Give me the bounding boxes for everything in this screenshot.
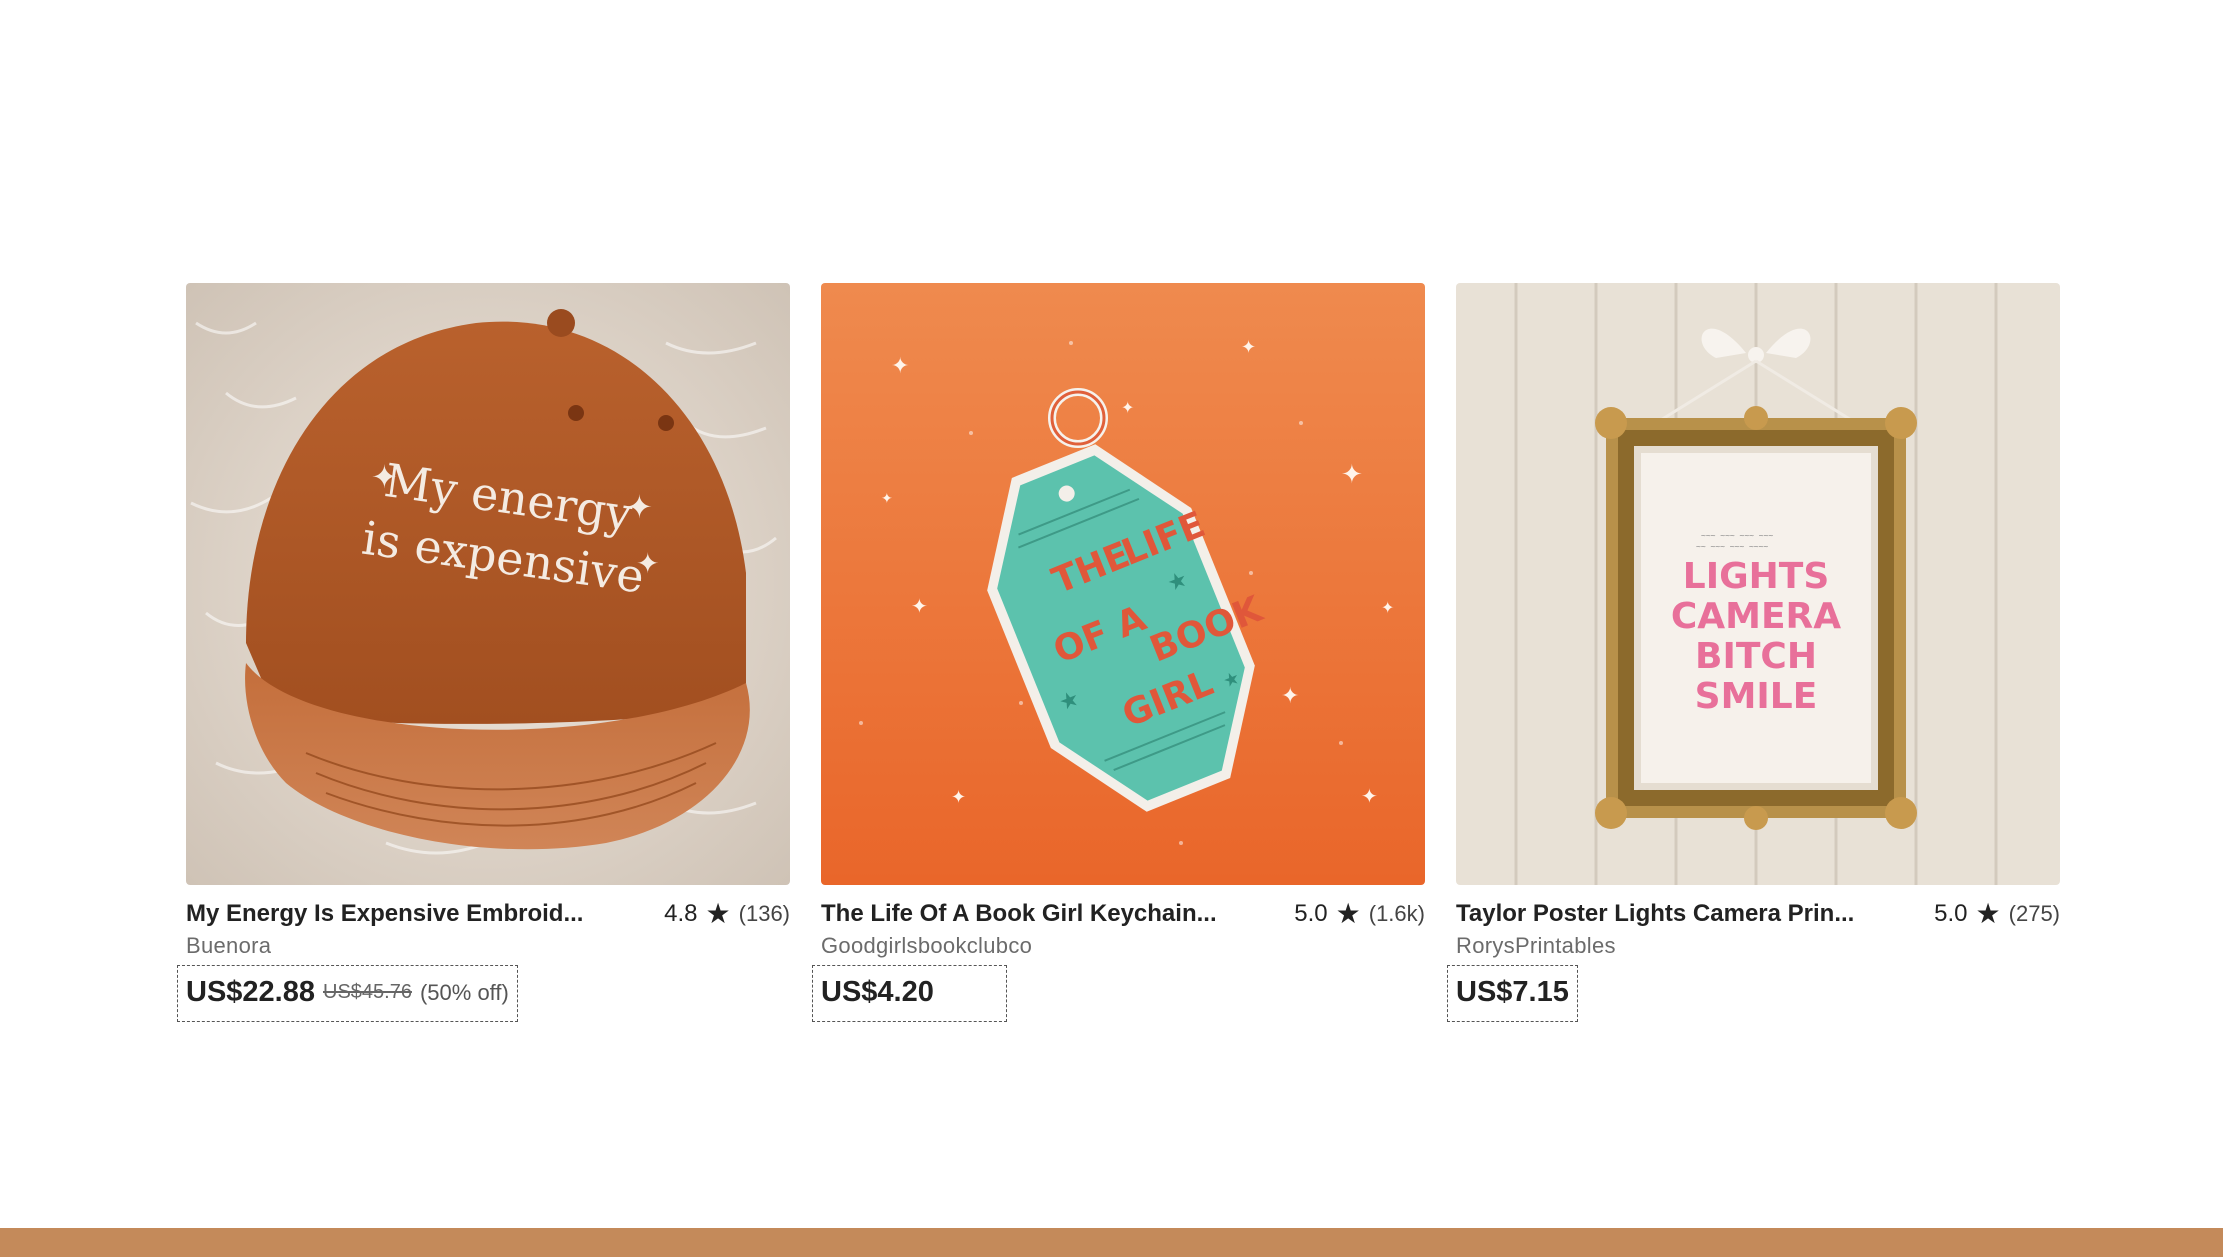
star-icon: ★ [1335, 898, 1361, 929]
listing-rating: 5.0 ★ (275) [1934, 900, 2060, 928]
listing-image[interactable]: ~~~ ~~~ ~~~ ~~~ ~~ ~~~ ~~~ ~~~~ LIGHTS C… [1456, 283, 2060, 885]
rating-score: 5.0 [1294, 900, 1328, 927]
svg-text:✦: ✦ [1341, 459, 1363, 489]
listing-rating: 5.0 ★ (1.6k) [1294, 900, 1425, 928]
svg-text:✦: ✦ [636, 548, 659, 579]
sale-price: US$7.15 [1456, 976, 1569, 1008]
svg-text:✦: ✦ [1361, 786, 1378, 808]
shop-name[interactable]: Goodgirlsbookclubco [821, 933, 1425, 963]
listing-rating: 4.8 ★ (136) [664, 900, 790, 928]
price-box: US$4.20 [812, 965, 1007, 1022]
original-price: US$45.76 [323, 981, 412, 1003]
svg-text:✦: ✦ [626, 489, 653, 525]
listing-card[interactable]: My energy is expensive ✦ ✦ ✦ My Energy I… [177, 283, 790, 1022]
sale-price: US$22.88 [186, 976, 315, 1008]
listing-image[interactable]: My energy is expensive ✦ ✦ ✦ [186, 283, 790, 885]
review-count: (1.6k) [1368, 901, 1425, 926]
hat-image: My energy is expensive ✦ ✦ ✦ [186, 283, 790, 885]
keychain-image: ✦ ✦ ✦ ✦ ✦ ✦ ✦ ✦ ✦ ✦ THE LIFE OF A BOOK G… [821, 283, 1425, 885]
svg-text:~~~ ~~~ ~~~ ~~~: ~~~ ~~~ ~~~ ~~~ [1701, 531, 1773, 540]
poster-image: ~~~ ~~~ ~~~ ~~~ ~~ ~~~ ~~~ ~~~~ LIGHTS C… [1456, 283, 2060, 885]
star-icon: ★ [705, 898, 731, 929]
price-box: US$22.88 US$45.76 (50% off) [177, 965, 518, 1022]
svg-text:✦: ✦ [371, 459, 398, 495]
discount-label: (50% off) [419, 979, 509, 1005]
listing-title[interactable]: Taylor Poster Lights Camera Prin... [1456, 900, 1854, 928]
svg-text:LIGHTS: LIGHTS [1683, 556, 1830, 597]
svg-text:SMILE: SMILE [1695, 676, 1818, 717]
listing-card[interactable]: ~~~ ~~~ ~~~ ~~~ ~~ ~~~ ~~~ ~~~~ LIGHTS C… [1447, 283, 2060, 1022]
listing-image[interactable]: ✦ ✦ ✦ ✦ ✦ ✦ ✦ ✦ ✦ ✦ THE LIFE OF A BOOK G… [821, 283, 1425, 885]
svg-text:✦: ✦ [1381, 600, 1394, 617]
svg-text:BITCH: BITCH [1695, 636, 1817, 677]
rating-score: 5.0 [1934, 900, 1968, 927]
sale-price: US$4.20 [821, 976, 934, 1008]
page: My energy is expensive ✦ ✦ ✦ My Energy I… [0, 0, 2223, 1257]
listing-card[interactable]: ✦ ✦ ✦ ✦ ✦ ✦ ✦ ✦ ✦ ✦ THE LIFE OF A BOOK G… [812, 283, 1425, 1022]
svg-text:✦: ✦ [881, 490, 893, 506]
star-icon: ★ [1975, 898, 2001, 929]
shop-name[interactable]: RorysPrintables [1456, 933, 2060, 963]
shop-name[interactable]: Buenora [186, 933, 790, 963]
svg-text:✦: ✦ [1281, 683, 1299, 708]
svg-text:✦: ✦ [891, 353, 909, 378]
svg-text:~~ ~~~ ~~~ ~~~~: ~~ ~~~ ~~~ ~~~~ [1696, 542, 1768, 551]
svg-text:✦: ✦ [1241, 337, 1256, 357]
rating-score: 4.8 [664, 900, 698, 927]
svg-text:✦: ✦ [1121, 400, 1134, 417]
svg-text:✦: ✦ [951, 787, 966, 807]
price-box: US$7.15 [1447, 965, 1578, 1022]
listing-grid: My energy is expensive ✦ ✦ ✦ My Energy I… [177, 283, 2060, 1022]
listing-title[interactable]: The Life Of A Book Girl Keychain... [821, 900, 1217, 928]
footer-bar [0, 1228, 2223, 1257]
review-count: (136) [738, 901, 790, 926]
svg-text:CAMERA: CAMERA [1671, 596, 1841, 637]
review-count: (275) [2008, 901, 2060, 926]
listing-title[interactable]: My Energy Is Expensive Embroid... [186, 900, 583, 928]
svg-text:✦: ✦ [911, 596, 928, 618]
